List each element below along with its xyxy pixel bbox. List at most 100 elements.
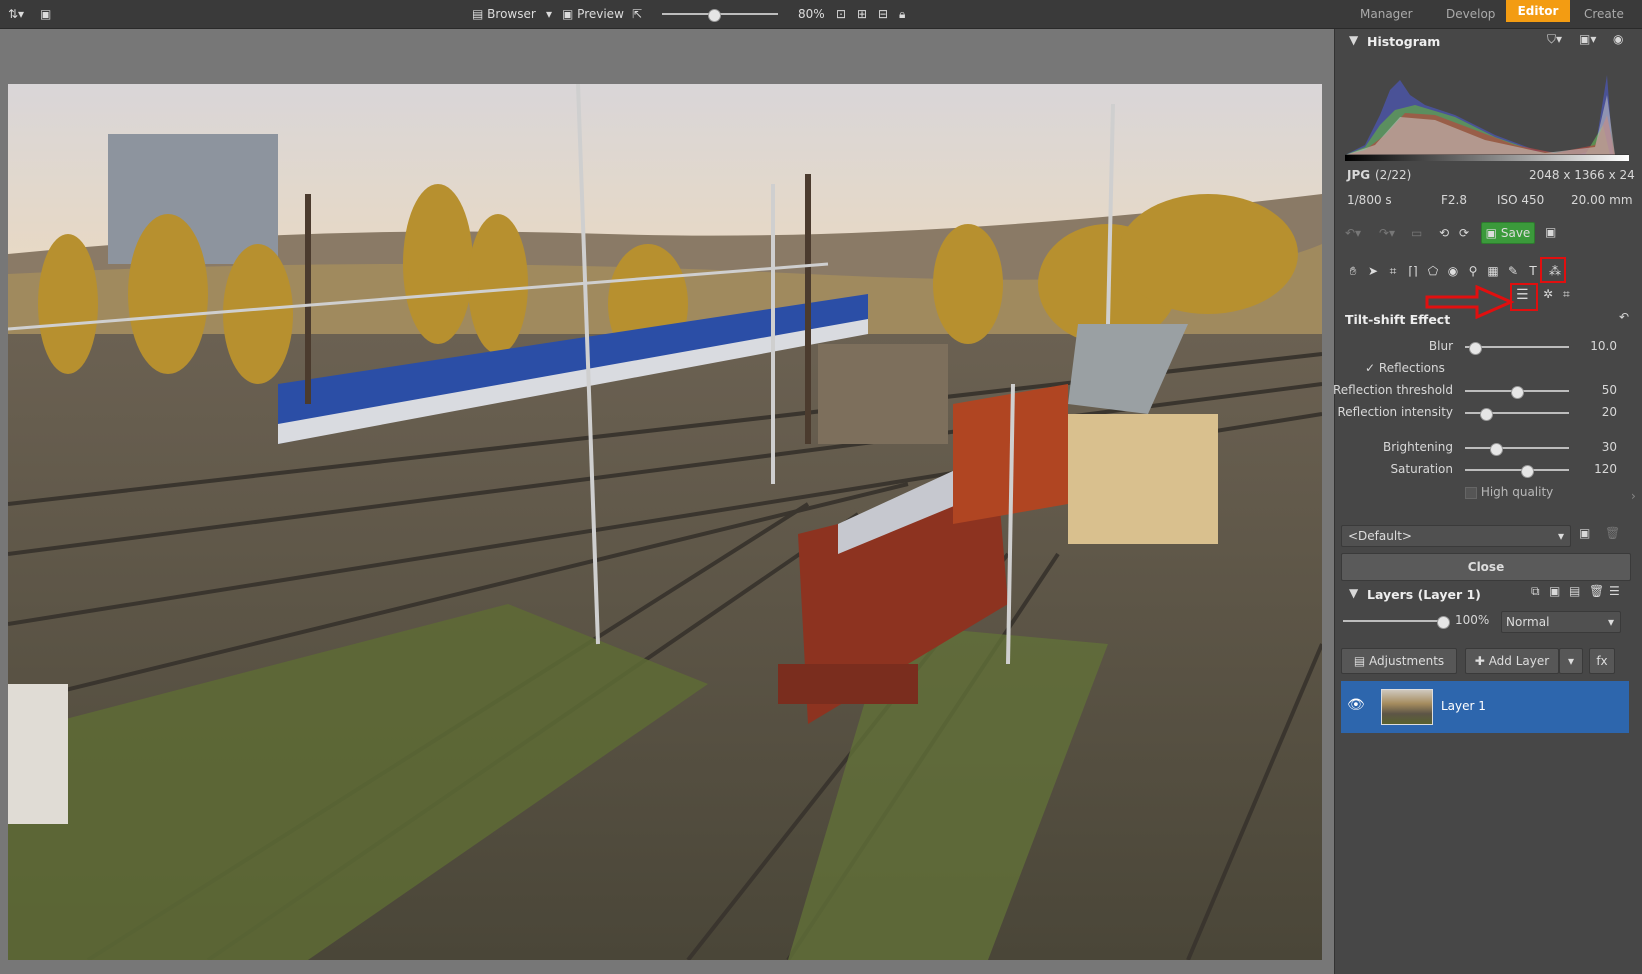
reflection-intensity-slider[interactable] bbox=[1465, 408, 1569, 421]
save-button[interactable]: ▣ Save bbox=[1481, 222, 1535, 244]
brightening-slider[interactable] bbox=[1465, 443, 1569, 456]
close-effect-button[interactable]: Close bbox=[1341, 553, 1631, 581]
exif-aperture: F2.8 bbox=[1441, 193, 1467, 207]
text-tool-icon[interactable]: T bbox=[1525, 263, 1541, 279]
duplicate-layer-icon[interactable]: ⧉ bbox=[1531, 584, 1540, 599]
reset-effect-icon[interactable]: ↶ bbox=[1619, 310, 1629, 324]
saturation-label: Saturation bbox=[1390, 462, 1453, 476]
hand-tool-icon[interactable]: ✋︎ bbox=[1345, 263, 1361, 279]
reflection-intensity-knob[interactable] bbox=[1479, 408, 1493, 421]
lock-icon[interactable]: 🔒︎ bbox=[899, 0, 905, 28]
tiltshift-title: Tilt-shift Effect bbox=[1345, 312, 1451, 327]
undo-icon[interactable]: ↶▾ bbox=[1345, 226, 1361, 240]
preview-button[interactable]: ▣ Preview bbox=[562, 0, 624, 28]
close-label: Close bbox=[1467, 560, 1505, 574]
save-as-icon[interactable]: ▣ bbox=[1545, 225, 1556, 239]
reflection-threshold-knob[interactable] bbox=[1511, 386, 1524, 399]
zoom-value: 80% bbox=[798, 7, 825, 21]
select-tool-icon[interactable]: ➤ bbox=[1365, 263, 1381, 279]
reflections-checkbox[interactable]: ✓ Reflections bbox=[1365, 361, 1445, 375]
histogram-options-icon[interactable]: ⛉▾ bbox=[1547, 32, 1562, 47]
layer-opacity-knob[interactable] bbox=[1437, 616, 1450, 629]
zoom-fit-icon[interactable]: ⊞ bbox=[857, 0, 867, 28]
red-eye-tool-icon[interactable]: ◉ bbox=[1445, 263, 1461, 279]
save-preset-icon[interactable]: ▣ bbox=[1579, 526, 1590, 540]
zoom-fill-icon[interactable]: ⊟ bbox=[878, 0, 888, 28]
panel-collapse-icon[interactable]: › bbox=[1631, 489, 1636, 503]
saturation-value: 120 bbox=[1594, 462, 1617, 476]
preset-dropdown-icon: ▾ bbox=[1557, 529, 1564, 543]
browser-dropdown-icon[interactable]: ▾ bbox=[546, 0, 552, 28]
blur-value: 10.0 bbox=[1590, 339, 1617, 353]
brightening-knob[interactable] bbox=[1490, 443, 1504, 456]
layer-mask-icon[interactable]: ▣ bbox=[1549, 584, 1560, 598]
add-layer-dropdown-icon: ▾ bbox=[1567, 654, 1575, 668]
histogram-title: Histogram bbox=[1367, 34, 1441, 49]
open-external-icon[interactable]: ⇱ bbox=[632, 0, 642, 28]
preview-label: Preview bbox=[577, 7, 624, 21]
layer-name: Layer 1 bbox=[1441, 699, 1486, 713]
layers-title: Layers (Layer 1) bbox=[1367, 587, 1481, 602]
tab-create[interactable]: Create bbox=[1584, 0, 1624, 28]
adjustments-button[interactable]: ▤ Adjustments bbox=[1341, 648, 1457, 674]
histogram-collapse-icon[interactable]: ▼ bbox=[1349, 33, 1358, 47]
shape-tool-icon[interactable]: ⬠ bbox=[1425, 263, 1441, 279]
layer-fx-button[interactable]: fx bbox=[1589, 648, 1615, 674]
perspective-tool-icon[interactable]: ⌈⌉ bbox=[1405, 263, 1421, 279]
layers-menu-icon[interactable]: ☰ bbox=[1609, 584, 1620, 598]
adjustments-icon: ▤ bbox=[1353, 654, 1366, 668]
rotate-right-icon[interactable]: ⟳ bbox=[1459, 226, 1469, 240]
custom-tilt-shift-icon[interactable]: ⌗ bbox=[1563, 287, 1570, 302]
layer-visibility-eye-icon[interactable]: 👁︎ bbox=[1347, 697, 1365, 713]
mask-tool-icon[interactable]: ▦ bbox=[1485, 263, 1501, 279]
layer-opacity-slider[interactable] bbox=[1343, 616, 1450, 629]
zoom-slider-knob[interactable] bbox=[708, 9, 722, 22]
save-label: Save bbox=[1500, 226, 1531, 240]
delete-preset-icon[interactable]: 🗑︎ bbox=[1605, 526, 1620, 540]
add-layer-button[interactable]: ✚ Add Layer bbox=[1465, 648, 1559, 674]
histogram-settings-icon[interactable]: ◉ bbox=[1613, 32, 1623, 46]
reflection-intensity-label: Reflection intensity bbox=[1337, 405, 1453, 419]
layers-collapse-icon[interactable]: ▼ bbox=[1349, 586, 1358, 600]
reflection-threshold-slider[interactable] bbox=[1465, 386, 1569, 399]
history-icon[interactable]: ▭ bbox=[1411, 226, 1422, 240]
stamp-tool-icon[interactable]: ⚲ bbox=[1465, 263, 1481, 279]
image-dimensions: 2048 x 1366 x 24 bbox=[1529, 168, 1635, 182]
folder-icon[interactable]: ▣ bbox=[40, 0, 51, 28]
exif-focal: 20.00 mm bbox=[1571, 193, 1633, 207]
delete-layer-icon[interactable]: 🗑︎ bbox=[1589, 584, 1604, 598]
blend-mode-value: Normal bbox=[1506, 615, 1550, 629]
saturation-knob[interactable] bbox=[1521, 465, 1535, 478]
tab-manager[interactable]: Manager bbox=[1360, 0, 1413, 28]
zoom-slider[interactable] bbox=[662, 9, 778, 22]
redo-icon[interactable]: ↷▾ bbox=[1379, 226, 1395, 240]
blend-mode-select[interactable]: Normal ▾ bbox=[1501, 611, 1621, 633]
saturation-slider[interactable] bbox=[1465, 465, 1569, 478]
edited-photo[interactable] bbox=[8, 84, 1322, 960]
browser-button[interactable]: ▤ Browser bbox=[472, 0, 536, 28]
blur-label: Blur bbox=[1428, 339, 1453, 353]
exif-shutter: 1/800 s bbox=[1347, 193, 1392, 207]
tab-editor[interactable]: Editor bbox=[1506, 0, 1570, 22]
blur-slider[interactable] bbox=[1465, 342, 1569, 355]
add-layer-dropdown[interactable]: ▾ bbox=[1559, 648, 1583, 674]
layer-list-item[interactable]: 👁︎ Layer 1 bbox=[1341, 681, 1629, 733]
radial-tilt-shift-icon[interactable]: ✲ bbox=[1543, 287, 1553, 301]
brush-tool-icon[interactable]: ✎ bbox=[1505, 263, 1521, 279]
tab-develop[interactable]: Develop bbox=[1446, 0, 1495, 28]
high-quality-checkbox[interactable]: High quality bbox=[1465, 485, 1553, 499]
rotate-left-icon[interactable]: ⟲ bbox=[1439, 226, 1449, 240]
layer-opacity-value: 100% bbox=[1455, 613, 1490, 627]
right-panel: ▼ Histogram ⛉▾ ▣▾ ◉ JPG (2/22) 2048 x 13… bbox=[1333, 29, 1642, 974]
crop-tool-icon[interactable]: ⌗ bbox=[1385, 263, 1401, 279]
blur-slider-knob[interactable] bbox=[1469, 342, 1483, 355]
sort-icon[interactable]: ⇅▾ bbox=[8, 0, 24, 28]
histogram-view-icon[interactable]: ▣▾ bbox=[1579, 32, 1596, 46]
browser-icon: ▤ bbox=[472, 7, 484, 21]
layer-group-icon[interactable]: ▤ bbox=[1569, 584, 1580, 598]
preset-select[interactable]: <Default> ▾ bbox=[1341, 525, 1571, 547]
zoom-1to1-icon[interactable]: ⊡ bbox=[836, 0, 846, 28]
reflection-threshold-value: 50 bbox=[1601, 383, 1617, 397]
linear-tilt-shift-icon[interactable]: ☰ bbox=[1516, 287, 1529, 303]
high-quality-label: High quality bbox=[1480, 485, 1554, 499]
